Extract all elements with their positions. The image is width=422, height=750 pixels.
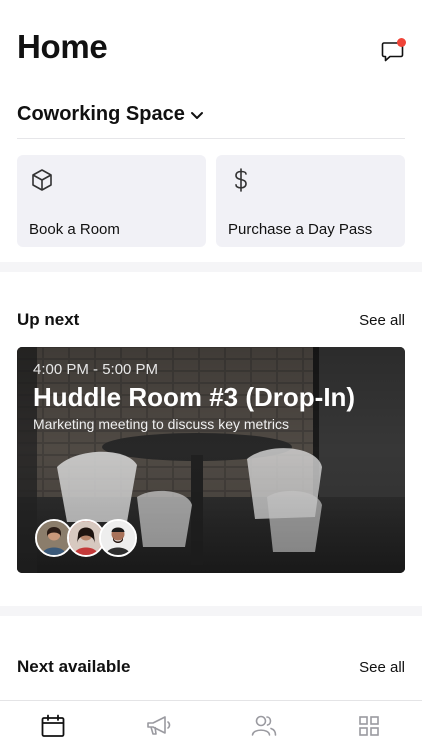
event-time: 4:00 PM - 5:00 PM — [33, 361, 159, 378]
book-room-label: Book a Room — [29, 221, 120, 238]
messages-button[interactable] — [378, 36, 408, 66]
tab-announcements[interactable] — [145, 713, 173, 739]
tab-more[interactable] — [355, 713, 383, 739]
header: Home — [0, 0, 422, 100]
tab-people[interactable] — [250, 713, 278, 739]
purchase-day-pass-card[interactable]: Purchase a Day Pass — [216, 155, 405, 247]
tab-calendar[interactable] — [39, 713, 67, 739]
next-available-see-all-link[interactable]: See all — [359, 659, 405, 676]
section-separator — [0, 262, 422, 272]
next-available-title: Next available — [17, 657, 131, 676]
calendar-icon — [41, 714, 65, 737]
cube-icon — [32, 169, 52, 191]
purchase-day-pass-label: Purchase a Day Pass — [228, 221, 373, 238]
up-next-see-all-link[interactable]: See all — [359, 312, 405, 329]
event-description: Marketing meeting to discuss key metrics — [33, 416, 289, 432]
bottom-tab-bar — [0, 700, 422, 750]
space-selector[interactable]: Coworking Space — [17, 103, 205, 126]
dollar-icon — [235, 168, 247, 192]
section-separator — [0, 606, 422, 616]
book-room-card[interactable]: Book a Room — [17, 155, 206, 247]
divider — [17, 138, 405, 139]
notification-badge — [397, 38, 406, 47]
megaphone-icon — [147, 716, 171, 735]
avatar — [99, 519, 137, 557]
grid-icon — [359, 716, 379, 736]
people-icon — [251, 715, 277, 736]
event-room-title: Huddle Room #3 (Drop-In) — [33, 382, 356, 412]
page-title: Home — [17, 28, 108, 65]
up-next-title: Up next — [17, 310, 80, 329]
upcoming-event-card[interactable]: 4:00 PM - 5:00 PM Huddle Room #3 (Drop-I… — [17, 347, 405, 573]
space-selector-label: Coworking Space — [17, 103, 185, 125]
chevron-down-icon — [190, 111, 203, 119]
